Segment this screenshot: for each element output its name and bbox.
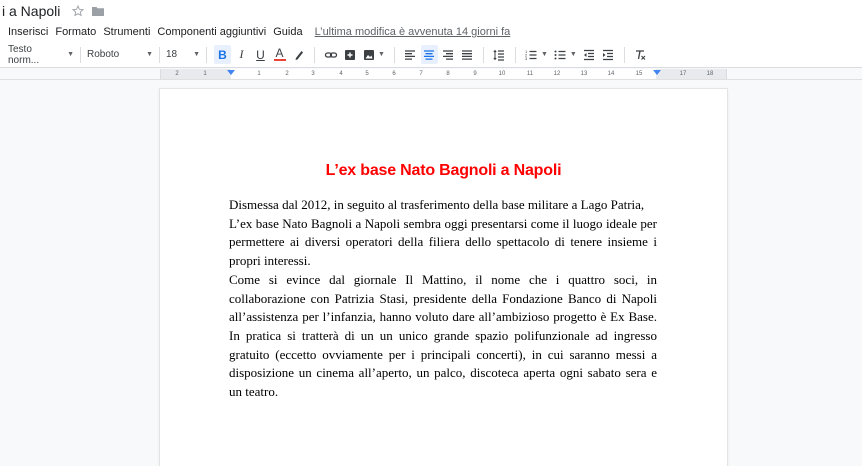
increase-indent-icon[interactable] bbox=[600, 45, 617, 64]
menu-guida[interactable]: Guida bbox=[273, 26, 302, 38]
menu-bar: Inserisci Formato Strumenti Componenti a… bbox=[0, 22, 862, 42]
document-page[interactable]: L’ex base Nato Bagnoli a Napoli Dismessa… bbox=[160, 89, 727, 466]
paragraph[interactable]: Dismessa dal 2012, in seguito al trasfer… bbox=[229, 196, 657, 215]
ruler-number: 3 bbox=[311, 71, 315, 77]
toolbar-divider bbox=[80, 46, 81, 63]
star-icon[interactable] bbox=[72, 5, 85, 17]
highlight-pen-icon[interactable] bbox=[290, 45, 307, 64]
document-body[interactable]: Dismessa dal 2012, in seguito al trasfer… bbox=[229, 196, 657, 402]
ruler-number: 18 bbox=[706, 71, 714, 77]
ruler-number: 5 bbox=[365, 71, 369, 77]
clear-formatting-icon[interactable] bbox=[632, 45, 649, 64]
ruler-number: 17 bbox=[679, 71, 687, 77]
align-left-icon[interactable] bbox=[402, 45, 419, 64]
ruler-number: 4 bbox=[339, 71, 343, 77]
menu-inserisci[interactable]: Inserisci bbox=[8, 26, 48, 38]
ruler-number: 13 bbox=[580, 71, 588, 77]
ruler-left-margin bbox=[161, 69, 231, 79]
menu-componenti-aggiuntivi[interactable]: Componenti aggiuntivi bbox=[157, 26, 266, 38]
toolbar-divider bbox=[482, 46, 484, 63]
ruler-number: 14 bbox=[607, 71, 615, 77]
font-family-value: Roboto bbox=[87, 49, 120, 60]
text-color-button[interactable]: A bbox=[271, 45, 288, 64]
formatting-toolbar: Testo norm... ▼ Roboto ▼ 18 ▼ B I U A ▼ bbox=[0, 42, 862, 68]
chevron-down-icon: ▼ bbox=[193, 51, 200, 58]
toolbar-divider bbox=[314, 46, 315, 63]
font-size-value: 18 bbox=[166, 49, 178, 60]
paragraph[interactable]: Come si evince dal giornale Il Mattino, … bbox=[229, 271, 657, 402]
chevron-down-icon[interactable]: ▼ bbox=[378, 51, 385, 58]
ruler-number: 15 bbox=[635, 71, 643, 77]
ruler-number: 1 bbox=[257, 71, 261, 77]
document-heading[interactable]: L’ex base Nato Bagnoli a Napoli bbox=[160, 162, 727, 180]
align-justify-icon[interactable] bbox=[459, 45, 476, 64]
ruler-number: 9 bbox=[473, 71, 477, 77]
toolbar-divider bbox=[623, 46, 625, 63]
horizontal-ruler[interactable]: 2 1 1 2 3 4 5 6 7 8 9 10 11 12 13 14 15 … bbox=[0, 68, 862, 80]
ruler-right-margin bbox=[656, 69, 726, 79]
ruler-number: 7 bbox=[419, 71, 423, 77]
last-edit-link[interactable]: L’ultima modifica è avvenuta 14 giorni f… bbox=[315, 26, 511, 38]
italic-button[interactable]: I bbox=[233, 45, 250, 64]
ruler-number: 2 bbox=[175, 71, 179, 77]
chevron-down-icon[interactable]: ▼ bbox=[570, 51, 577, 58]
title-bar: i a Napoli bbox=[0, 0, 862, 22]
text-color-label: A bbox=[275, 46, 284, 60]
folder-icon[interactable] bbox=[92, 6, 105, 16]
ruler-number: 8 bbox=[446, 71, 450, 77]
link-icon[interactable] bbox=[322, 45, 339, 64]
right-indent-marker-icon[interactable] bbox=[653, 70, 661, 75]
ruler-number: 2 bbox=[285, 71, 289, 77]
toolbar-divider bbox=[393, 46, 395, 63]
decrease-indent-icon[interactable] bbox=[581, 45, 598, 64]
indent-marker-icon[interactable] bbox=[227, 70, 235, 75]
ruler-number: 1 bbox=[203, 71, 207, 77]
toolbar-divider bbox=[159, 46, 160, 63]
svg-text:3: 3 bbox=[525, 56, 528, 61]
chevron-down-icon: ▼ bbox=[146, 51, 153, 58]
ruler-number: 12 bbox=[553, 71, 561, 77]
font-size-select[interactable]: 18 ▼ bbox=[166, 49, 200, 60]
underline-button[interactable]: U bbox=[252, 45, 269, 64]
toolbar-divider bbox=[206, 46, 207, 63]
ruler-number: 6 bbox=[392, 71, 396, 77]
chevron-down-icon: ▼ bbox=[67, 51, 74, 58]
document-title[interactable]: i a Napoli bbox=[2, 3, 60, 19]
align-right-icon[interactable] bbox=[440, 45, 457, 64]
paragraph[interactable]: L’ex base Nato Bagnoli a Napoli sembra o… bbox=[229, 215, 657, 271]
insert-comment-icon[interactable] bbox=[341, 45, 358, 64]
align-center-icon[interactable] bbox=[420, 45, 438, 64]
insert-image-icon[interactable] bbox=[360, 45, 377, 64]
bulleted-list-icon[interactable] bbox=[552, 45, 569, 64]
toolbar-divider bbox=[514, 46, 516, 63]
ruler-number: 10 bbox=[498, 71, 506, 77]
menu-formato[interactable]: Formato bbox=[55, 26, 96, 38]
menu-strumenti[interactable]: Strumenti bbox=[103, 26, 150, 38]
bold-button[interactable]: B bbox=[214, 45, 231, 64]
chevron-down-icon[interactable]: ▼ bbox=[541, 51, 548, 58]
text-color-swatch bbox=[273, 59, 286, 61]
paragraph-style-value: Testo norm... bbox=[8, 43, 40, 66]
paragraph-style-select[interactable]: Testo norm... ▼ bbox=[8, 44, 74, 66]
ruler-track: 2 1 1 2 3 4 5 6 7 8 9 10 11 12 13 14 15 … bbox=[160, 69, 727, 79]
numbered-list-icon[interactable]: 123 bbox=[523, 45, 540, 64]
line-spacing-icon[interactable] bbox=[491, 45, 508, 64]
ruler-number: 11 bbox=[526, 71, 534, 77]
document-canvas: L’ex base Nato Bagnoli a Napoli Dismessa… bbox=[0, 80, 862, 466]
font-family-select[interactable]: Roboto ▼ bbox=[87, 49, 153, 60]
